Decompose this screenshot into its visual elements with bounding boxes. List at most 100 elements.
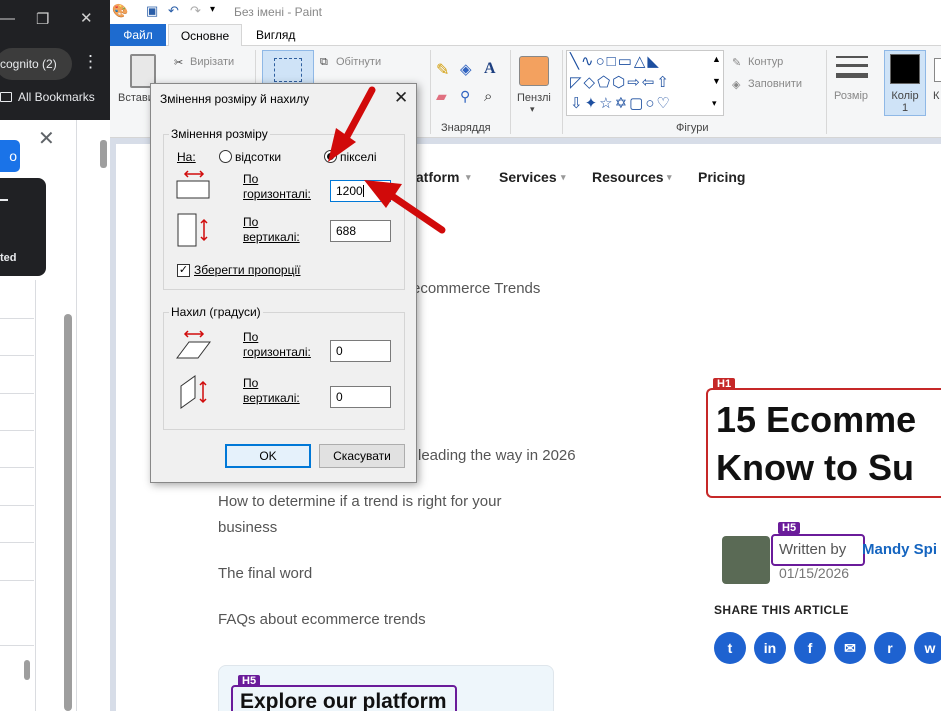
keep-ratio-label[interactable]: Зберегти пропорції — [194, 263, 300, 278]
paint-app-icon[interactable]: 🎨 — [112, 3, 128, 19]
skew-horizontal-input[interactable]: 0 — [330, 340, 391, 362]
resize-v-label-line: вертикалі: — [243, 230, 300, 244]
chevron-down-icon: ▾ — [667, 172, 672, 182]
shapes-group-label: Фігури — [676, 122, 709, 134]
list-divider — [0, 318, 34, 319]
facebook-icon: f — [794, 632, 826, 664]
nav-item-services: Services — [499, 169, 557, 185]
magnifier-icon[interactable]: ⌕ — [484, 88, 492, 105]
list-divider — [0, 542, 34, 543]
h5-badge: H5 — [778, 522, 801, 534]
redo-icon[interactable]: ↷ — [190, 3, 201, 19]
resize-h-label-line: горизонталі: — [243, 187, 311, 201]
outline-button[interactable]: Контур — [748, 56, 783, 68]
toc-item: leading the way in 2026 — [418, 447, 576, 464]
all-bookmarks-link[interactable]: All Bookmarks — [0, 90, 95, 104]
fill-bucket-icon[interactable]: ◈ — [460, 60, 472, 78]
percent-label[interactable]: відсотки — [235, 150, 281, 165]
by-label: На: — [177, 150, 196, 164]
resize-v-label: По вертикалі: — [243, 215, 300, 245]
h5-badge: H5 — [238, 675, 261, 687]
article-title-line: Know to Su — [716, 447, 914, 488]
panel-divider — [35, 280, 36, 711]
linkedin-icon: in — [754, 632, 786, 664]
article-title-line: 15 Ecomme — [716, 399, 917, 440]
crop-icon: ⧉ — [320, 56, 328, 68]
browser-window: — ❐ ✕ cognito (2) ⋮ All Bookmarks o ✕ te… — [0, 0, 110, 711]
close-window-icon[interactable]: ✕ — [80, 9, 93, 27]
shapes-row-3-icons[interactable]: ⇩✦☆✡▢○♡ — [570, 94, 672, 112]
explore-heading: Explore our platform — [240, 690, 447, 711]
skew-h-label: По горизонталі: — [243, 330, 311, 360]
list-divider — [0, 580, 34, 581]
tab-file[interactable]: Файл — [110, 24, 166, 46]
keep-ratio-checkbox[interactable]: ✓ — [177, 264, 190, 277]
window-title: Без імені - Paint — [234, 5, 323, 19]
skew-v-label-line: По — [243, 376, 259, 390]
resize-horizontal-icon — [176, 170, 210, 199]
size-icon-line — [836, 73, 868, 78]
tab-home[interactable]: Основне — [168, 24, 242, 47]
color2-label: К — [933, 90, 940, 102]
cut-button[interactable]: Вирізати — [190, 56, 234, 68]
pencil-icon[interactable]: ✎ — [436, 60, 449, 80]
scrollbar-thumb[interactable] — [100, 140, 107, 168]
brushes-button[interactable]: Пензлі — [517, 92, 551, 104]
publish-date: 01/15/2026 — [779, 565, 850, 581]
skew-h-label-line: По — [243, 330, 259, 344]
menu-kebab-icon[interactable]: ⋮ — [82, 52, 99, 72]
popup-text: ted — [0, 252, 17, 264]
article-title: 15 Ecomme Know to Su — [716, 396, 916, 492]
crop-button[interactable]: Обітнути — [336, 56, 381, 68]
shapes-row-2-icons[interactable]: ◸◇⬠⬡⇨⇦⇧ — [570, 73, 671, 91]
list-divider — [0, 393, 34, 394]
list-divider — [0, 430, 34, 431]
paste-button[interactable]: Встави — [118, 92, 154, 104]
resize-v-label-line: По — [243, 215, 259, 229]
shapes-row-1-icons[interactable]: ╲∿○□▭△◣ — [570, 52, 661, 70]
save-icon[interactable]: ▣ — [146, 3, 158, 19]
brush-icon[interactable] — [519, 56, 549, 86]
skew-h-label-line: горизонталі: — [243, 345, 311, 359]
list-divider — [0, 355, 34, 356]
undo-icon[interactable]: ↶ — [168, 3, 179, 19]
shapes-scroll-down-icon[interactable]: ▼ — [712, 76, 721, 86]
color2-swatch[interactable] — [934, 58, 941, 82]
scrollbar-thumb[interactable] — [24, 660, 30, 680]
primary-button[interactable]: o — [0, 140, 20, 172]
ok-button[interactable]: OK — [225, 444, 311, 468]
text-tool-icon[interactable]: A — [484, 60, 496, 78]
scrollbar-thumb[interactable] — [64, 314, 72, 711]
brushes-dropdown-icon[interactable]: ▾ — [530, 104, 535, 115]
shapes-expand-icon[interactable]: ▾ — [712, 98, 717, 109]
twitter-icon: t — [714, 632, 746, 664]
color-picker-icon[interactable]: ⚲ — [460, 88, 470, 105]
list-divider — [0, 505, 34, 506]
resize-h-label: По горизонталі: — [243, 172, 311, 202]
skew-vertical-input[interactable]: 0 — [330, 386, 391, 408]
cancel-button[interactable]: Скасувати — [319, 444, 405, 468]
toc-item: FAQs about ecommerce trends — [218, 611, 426, 628]
percent-radio[interactable] — [219, 150, 232, 163]
minimize-icon[interactable]: — — [0, 10, 15, 27]
tab-view[interactable]: Вигляд — [256, 28, 295, 42]
h1-badge: H1 — [713, 378, 736, 390]
resize-vertical-icon — [177, 213, 208, 247]
incognito-profile-button[interactable]: cognito (2) — [0, 48, 72, 80]
restore-icon[interactable]: ❐ — [36, 10, 49, 28]
folder-icon — [0, 92, 12, 102]
size-button[interactable]: Розмір — [834, 90, 868, 102]
scissors-icon: ✂ — [174, 57, 184, 69]
shapes-scroll-up-icon[interactable]: ▲ — [712, 54, 721, 64]
customize-quick-access-icon[interactable]: ▾ — [210, 4, 215, 15]
select-icon — [274, 58, 302, 82]
nav-item-resources: Resources — [592, 169, 664, 185]
toc-item: The final word — [218, 565, 313, 582]
list-divider — [0, 645, 34, 646]
close-icon[interactable]: ✕ — [38, 126, 55, 151]
written-by-label: Written by — [779, 541, 847, 558]
size-icon-line — [836, 64, 868, 67]
fill-button[interactable]: Заповнити — [748, 78, 802, 90]
annotation-arrow-icon — [328, 86, 446, 234]
fill-icon: ◈ — [732, 79, 741, 91]
